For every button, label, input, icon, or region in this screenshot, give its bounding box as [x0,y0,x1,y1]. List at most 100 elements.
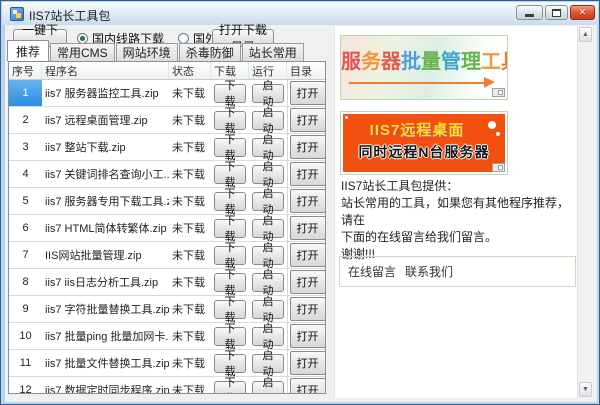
row-open-button[interactable]: 打开 [290,297,326,321]
row-index: 2 [9,107,42,133]
row-open-button[interactable]: 打开 [290,243,326,267]
tab-site-environment[interactable]: 网站环境 [116,43,178,61]
banner-remote-desktop[interactable]: IIS7远程桌面 同时远程N台服务器 [340,111,508,175]
row-download-button[interactable]: 下载 [214,111,246,130]
table-row[interactable]: 8 iis7 iis日志分析工具.zip 未下载 下载 启动 打开 [9,269,325,296]
row-name: iis7 批量ping 批量加网卡... [42,328,169,344]
scroll-down-button[interactable]: ▼ [579,382,592,397]
table-row[interactable]: 3 iis7 整站下载.zip 未下载 下载 启动 打开 [9,134,325,161]
row-status: 未下载 [169,112,211,128]
table-row[interactable]: 7 IIS网站批量管理.zip 未下载 下载 启动 打开 [9,242,325,269]
header-program-name: 程序名 [42,62,169,79]
row-run-button[interactable]: 启动 [252,246,284,265]
tab-recommended[interactable]: 推荐 [7,40,49,61]
row-name: iis7 整站下载.zip [42,139,169,155]
info-panel: 服务器批量管理工具 IIS7远程桌面 同时远程N台服务器 IIS7站长工具包提供… [334,26,592,398]
panel-scrollbar[interactable]: ▲ ▼ [577,26,592,398]
row-run-button[interactable]: 启动 [252,273,284,292]
row-run-button[interactable]: 启动 [252,138,284,157]
row-name: iis7 服务器监控工具.zip [42,85,169,101]
table-row[interactable]: 6 iis7 HTML简体转繁体.zip 未下载 下载 启动 打开 [9,215,325,242]
row-download-button[interactable]: 下载 [214,300,246,319]
banner-corner-icon [492,88,505,97]
row-download-button[interactable]: 下载 [214,84,246,103]
row-name: iis7 批量文件替换工具.zip [42,355,169,371]
program-table: 序号 程序名 状态 下载 运行 目录 1 iis7 服务器监控工具.zip 未下… [8,61,326,394]
row-open-button[interactable]: 打开 [290,162,326,186]
row-index: 7 [9,242,42,268]
row-name: iis7 HTML简体转繁体.zip [42,220,169,236]
table-row[interactable]: 11 iis7 批量文件替换工具.zip 未下载 下载 启动 打开 [9,350,325,377]
scroll-up-button[interactable]: ▲ [579,27,592,42]
row-run-button[interactable]: 启动 [252,165,284,184]
titlebar[interactable]: IIS7站长工具包 ✕ [2,2,598,25]
table-row[interactable]: 2 iis7 远程桌面管理.zip 未下载 下载 启动 打开 [9,107,325,134]
maximize-button[interactable] [545,5,568,20]
row-run-button[interactable]: 启动 [252,354,284,373]
row-download-button[interactable]: 下载 [214,219,246,238]
row-download-button[interactable]: 下载 [214,246,246,265]
banner-underline [349,82,485,84]
banner-char: 具 [501,51,508,73]
row-open-button[interactable]: 打开 [290,216,326,240]
row-index: 3 [9,134,42,160]
row-name: iis7 字符批量替换工具.zip [42,301,169,317]
row-open-button[interactable]: 打开 [290,108,326,132]
table-header: 序号 程序名 状态 下载 运行 目录 [9,62,325,80]
row-open-button[interactable]: 打开 [290,324,326,348]
contact-us-link[interactable]: 联系我们 [405,263,453,280]
header-status: 状态 [169,62,211,79]
row-index: 6 [9,215,42,241]
close-icon: ✕ [579,7,587,18]
row-open-button[interactable]: 打开 [290,189,326,213]
banner-char: 工 [481,51,501,73]
row-download-button[interactable]: 下载 [214,273,246,292]
tab-antivirus[interactable]: 杀毒防御 [179,43,241,61]
row-run-button[interactable]: 启动 [252,327,284,346]
banner-char: 批 [401,51,421,73]
online-message-link[interactable]: 在线留言 [348,263,396,280]
table-row[interactable]: 1 iis7 服务器监控工具.zip 未下载 下载 启动 打开 [9,80,325,107]
row-open-button[interactable]: 打开 [290,270,326,294]
banner-server-batch-tools[interactable]: 服务器批量管理工具 [340,35,508,100]
table-row[interactable]: 5 iis7 服务器专用下载工具.zip 未下载 下载 启动 打开 [9,188,325,215]
row-download-button[interactable]: 下载 [214,138,246,157]
row-run-button[interactable]: 启动 [252,111,284,130]
row-run-button[interactable]: 启动 [252,300,284,319]
row-status: 未下载 [169,85,211,101]
close-button[interactable]: ✕ [570,5,595,20]
row-download-button[interactable]: 下载 [214,354,246,373]
row-open-button[interactable]: 打开 [290,351,326,375]
row-download-button[interactable]: 下载 [214,327,246,346]
row-run-button[interactable]: 启动 [252,381,284,395]
tab-common-cms[interactable]: 常用CMS [50,43,115,61]
row-open-button[interactable]: 打开 [290,135,326,159]
row-download-button[interactable]: 下载 [214,381,246,395]
row-index: 12 [9,377,42,394]
banner-char: 理 [461,51,481,73]
row-name: IIS网站批量管理.zip [42,247,169,263]
app-icon [10,7,24,21]
minimize-button[interactable] [516,5,543,20]
table-row[interactable]: 9 iis7 字符批量替换工具.zip 未下载 下载 启动 打开 [9,296,325,323]
row-download-button[interactable]: 下载 [214,192,246,211]
row-status: 未下载 [169,355,211,371]
banner-char: 管 [441,51,461,73]
tab-webmaster-common[interactable]: 站长常用 [242,43,304,61]
row-index: 5 [9,188,42,214]
row-open-button[interactable]: 打开 [290,378,326,394]
row-run-button[interactable]: 启动 [252,192,284,211]
window-frame: IIS7站长工具包 ✕ 一键下载 国内线路下载 国外线路下载 打开下载目录 推荐… [0,0,600,405]
row-run-button[interactable]: 启动 [252,219,284,238]
row-run-button[interactable]: 启动 [252,84,284,103]
table-row[interactable]: 4 iis7 关键词排名查询小工... 未下载 下载 启动 打开 [9,161,325,188]
decor-dot [345,116,348,119]
row-index: 4 [9,161,42,187]
banner-char: 务 [361,51,381,73]
row-open-button[interactable]: 打开 [290,81,326,105]
row-status: 未下载 [169,220,211,236]
table-row[interactable]: 12 iis7 数据定时同步程序.zip 未下载 下载 启动 打开 [9,377,325,394]
table-row[interactable]: 10 iis7 批量ping 批量加网卡... 未下载 下载 启动 打开 [9,323,325,350]
row-download-button[interactable]: 下载 [214,165,246,184]
banner-char: 器 [381,51,401,73]
